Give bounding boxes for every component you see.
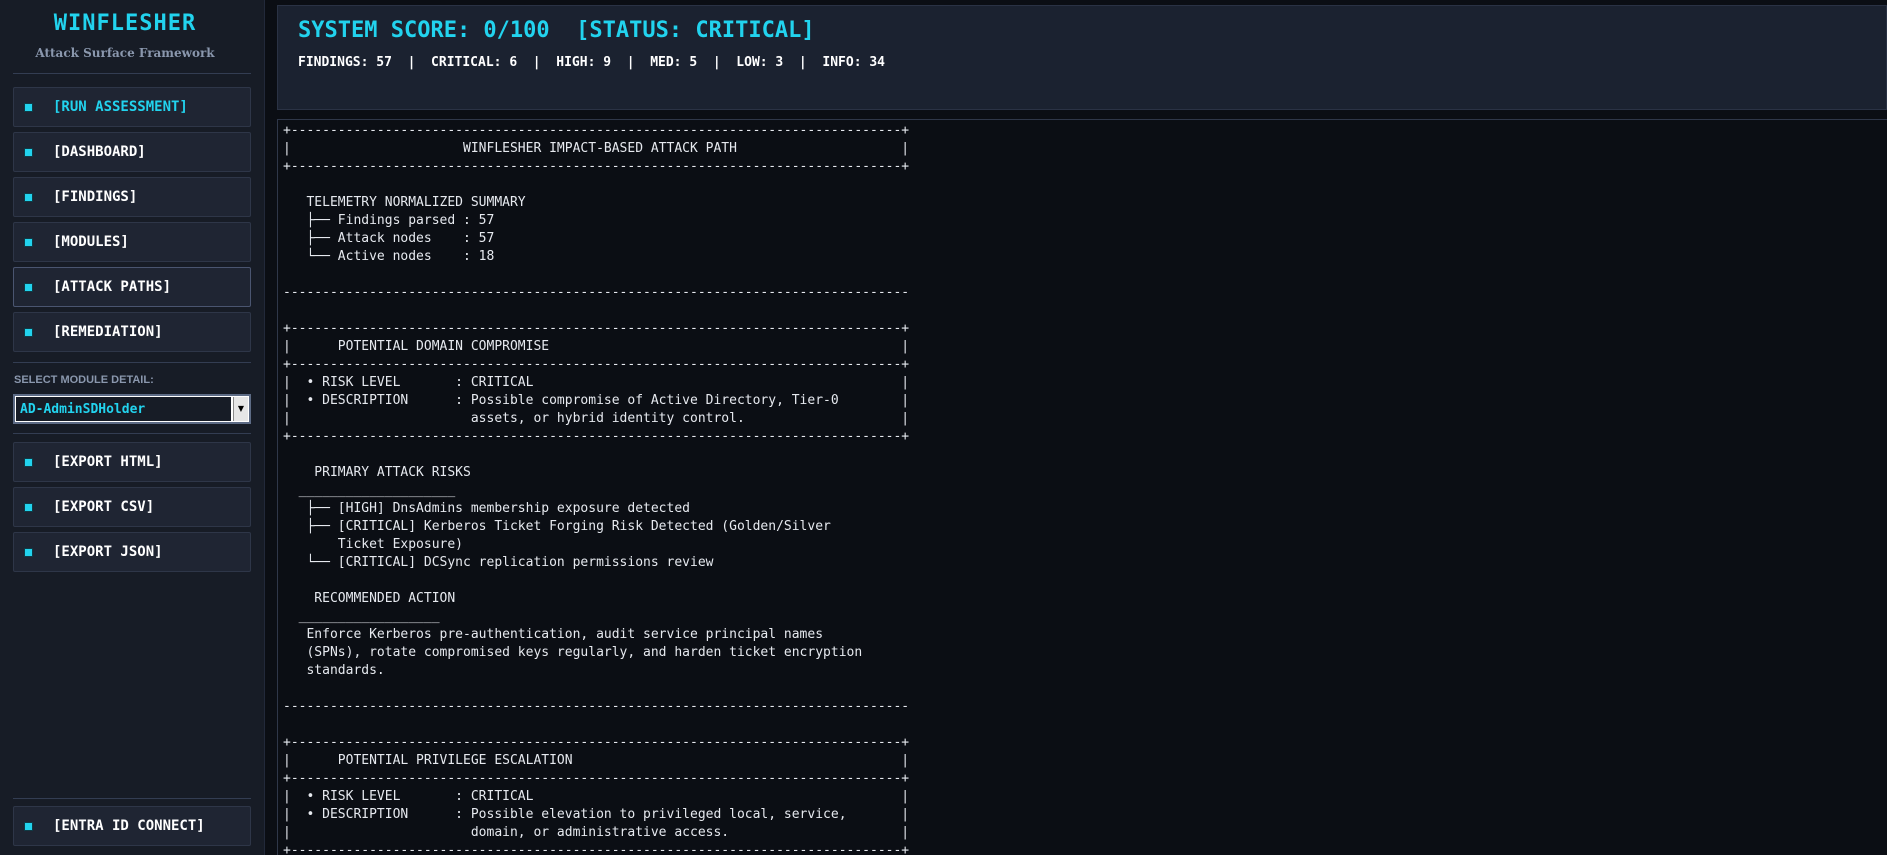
report-line: __________________ [283, 609, 440, 624]
report-line: ├── Findings parsed : 57 [283, 213, 495, 228]
run-assessment-button[interactable]: [RUN ASSESSMENT] [13, 87, 251, 127]
report-line: +---------------------------------------… [283, 429, 910, 444]
export-json-label: [EXPORT JSON] [53, 544, 163, 560]
run-assessment-label: [RUN ASSESSMENT] [53, 99, 188, 115]
dashboard-button[interactable]: [DASHBOARD] [13, 132, 251, 172]
report-line: └── Active nodes : 18 [283, 249, 495, 264]
report-line: ├── [CRITICAL] Kerberos Ticket Forging R… [283, 519, 831, 534]
divider [13, 73, 251, 74]
attack-paths-button[interactable]: [ATTACK PATHS] [13, 267, 251, 307]
square-bullet-icon [25, 194, 32, 201]
report-line: ----------------------------------------… [283, 285, 910, 300]
square-bullet-icon [25, 329, 32, 336]
square-bullet-icon [25, 239, 32, 246]
square-bullet-icon [25, 459, 32, 466]
report-line: | assets, or hybrid identity control. | [283, 411, 910, 426]
report-line: Enforce Kerberos pre-authentication, aud… [283, 627, 824, 642]
report-line: +---------------------------------------… [283, 843, 910, 855]
report-line: (SPNs), rotate compromised keys regularl… [283, 645, 863, 660]
report-line: +---------------------------------------… [283, 357, 910, 372]
export-html-label: [EXPORT HTML] [53, 454, 163, 470]
findings-label: [FINDINGS] [53, 189, 138, 205]
report-line: | • DESCRIPTION : Possible compromise of… [283, 393, 910, 408]
report-line: +---------------------------------------… [283, 735, 910, 750]
app-subtitle: Attack Surface Framework [35, 46, 215, 60]
report-line: | POTENTIAL PRIVILEGE ESCALATION | [283, 753, 910, 768]
select-field: AD-AdminSDHolder [16, 397, 231, 421]
report-line: +---------------------------------------… [283, 771, 910, 786]
divider [13, 433, 251, 434]
report-line: ├── [HIGH] DnsAdmins membership exposure… [283, 501, 690, 516]
report-line [283, 446, 909, 464]
report-line: ____________________ [283, 483, 456, 498]
select-value: AD-AdminSDHolder [20, 402, 146, 417]
report-line [283, 680, 909, 698]
report-line [283, 176, 909, 194]
report-line: ├── Attack nodes : 57 [283, 231, 495, 246]
entra-id-connect-label: [ENTRA ID CONNECT] [53, 818, 205, 834]
select-module-label: SELECT MODULE DETAIL: [14, 374, 154, 386]
sidebar: WINFLESHER Attack Surface Framework [RUN… [0, 0, 265, 855]
square-bullet-icon [25, 504, 32, 511]
square-bullet-icon [25, 149, 32, 156]
report-line: +---------------------------------------… [283, 159, 910, 174]
module-detail-select[interactable]: AD-AdminSDHolder ▼ [13, 394, 251, 424]
report-line: | • DESCRIPTION : Possible elevation to … [283, 807, 910, 822]
report-line: | domain, or administrative access. | [283, 825, 910, 840]
report-line: standards. [283, 663, 385, 678]
findings-summary: FINDINGS: 57 | CRITICAL: 6 | HIGH: 9 | M… [298, 55, 885, 70]
attack-path-report[interactable]: +---------------------------------------… [277, 119, 1887, 855]
square-bullet-icon [25, 104, 32, 111]
report-line [283, 572, 909, 590]
export-json-button[interactable]: [EXPORT JSON] [13, 532, 251, 572]
square-bullet-icon [25, 284, 32, 291]
report-line: PRIMARY ATTACK RISKS [283, 465, 471, 480]
remediation-label: [REMEDIATION] [53, 324, 163, 340]
report-line [283, 266, 909, 284]
report-line: | POTENTIAL DOMAIN COMPROMISE | [283, 339, 910, 354]
modules-button[interactable]: [MODULES] [13, 222, 251, 262]
export-csv-label: [EXPORT CSV] [53, 499, 155, 515]
score-header: SYSTEM SCORE: 0/100 [STATUS: CRITICAL] F… [277, 5, 1887, 110]
report-line: Ticket Exposure) [283, 537, 464, 552]
report-line: ----------------------------------------… [283, 699, 910, 714]
report-line: TELEMETRY NORMALIZED SUMMARY [283, 195, 526, 210]
dashboard-label: [DASHBOARD] [53, 144, 146, 160]
square-bullet-icon [25, 549, 32, 556]
report-line: RECOMMENDED ACTION [283, 591, 456, 606]
divider [13, 798, 251, 799]
report-text: +---------------------------------------… [283, 122, 909, 855]
attack-paths-label: [ATTACK PATHS] [53, 279, 172, 295]
report-line: | WINFLESHER IMPACT-BASED ATTACK PATH | [283, 141, 910, 156]
export-html-button[interactable]: [EXPORT HTML] [13, 442, 251, 482]
dropdown-arrow-icon[interactable]: ▼ [233, 397, 248, 421]
findings-button[interactable]: [FINDINGS] [13, 177, 251, 217]
report-line: └── [CRITICAL] DCSync replication permis… [283, 555, 714, 570]
report-line: +---------------------------------------… [283, 123, 910, 138]
square-bullet-icon [25, 823, 32, 830]
modules-label: [MODULES] [53, 234, 129, 250]
app-title: WINFLESHER [53, 11, 197, 36]
report-line [283, 302, 909, 320]
report-line: | • RISK LEVEL : CRITICAL | [283, 789, 910, 804]
report-line: | • RISK LEVEL : CRITICAL | [283, 375, 910, 390]
report-line: +---------------------------------------… [283, 321, 910, 336]
entra-id-connect-button[interactable]: [ENTRA ID CONNECT] [13, 806, 251, 846]
remediation-button[interactable]: [REMEDIATION] [13, 312, 251, 352]
report-line [283, 716, 909, 734]
system-score: SYSTEM SCORE: 0/100 [STATUS: CRITICAL] [298, 18, 815, 43]
export-csv-button[interactable]: [EXPORT CSV] [13, 487, 251, 527]
divider [13, 362, 251, 363]
